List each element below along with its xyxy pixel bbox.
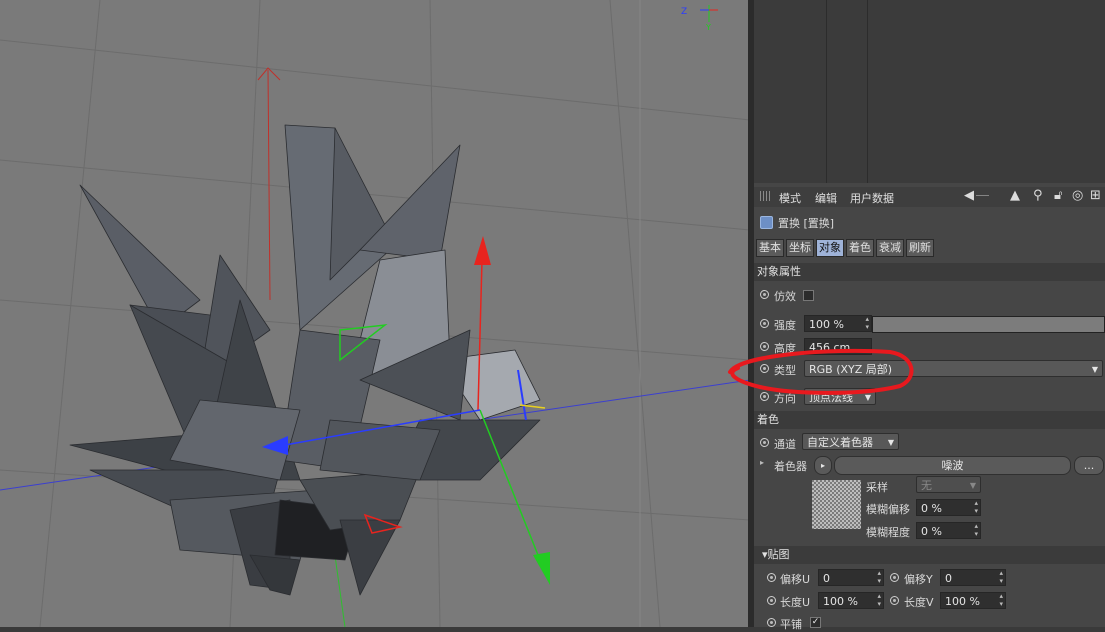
tab-basic[interactable]: 基本 [756,239,784,257]
shader-more-button[interactable]: ... [1074,456,1104,475]
offset-u-label: 偏移U [780,573,811,586]
attribute-menubar [754,187,1105,207]
object-manager-column [826,0,827,183]
direction-label: 方向 [774,392,796,405]
animate-radio-icon[interactable] [890,573,899,582]
animate-radio-icon[interactable] [760,364,769,373]
back-arrow-icon[interactable]: ◀ [964,188,974,203]
sampling-label: 采样 [866,481,888,494]
object-manager-panel [754,0,1105,183]
length-u-label: 长度U [780,596,811,609]
height-label: 高度 [774,342,796,355]
animate-radio-icon[interactable] [890,596,899,605]
section-shading: 着色 [754,411,1105,429]
tab-object[interactable]: 对象 [816,239,844,257]
grip-icon[interactable] [760,191,770,201]
channel-dropdown[interactable]: 自定义着色器 ▼ [802,433,899,450]
animate-radio-icon[interactable] [767,618,776,627]
shader-menu-button[interactable]: ▸ [814,456,832,475]
viewport-scene: Z Y [0,0,750,627]
displaced-mesh [69,124,541,596]
tab-refresh[interactable]: 刷新 [906,239,934,257]
strength-label: 强度 [774,319,796,332]
axis-z-label: Z [681,7,687,17]
blur-scale-input[interactable]: 0 % ▴ ▾ [916,522,981,539]
tab-coord[interactable]: 坐标 [786,239,814,257]
lock-icon[interactable]: 🔓︎ [1054,188,1062,203]
strength-slider-fill [873,317,1104,332]
axis-y-label: Y [705,23,711,32]
section-object-properties: 对象属性 [754,263,1105,281]
animate-radio-icon[interactable] [760,319,769,328]
object-manager-column [867,0,868,183]
tab-falloff[interactable]: 衰减 [876,239,904,257]
type-label: 类型 [774,364,796,377]
type-dropdown[interactable]: RGB (XYZ 局部) ▼ [804,360,1103,377]
strength-input[interactable]: 100 % ▴ ▾ [804,315,872,332]
animate-radio-icon[interactable] [767,573,776,582]
direction-dropdown[interactable]: 顶点法线 ▼ [804,388,876,405]
target-icon[interactable]: ◎ [1072,188,1083,203]
animate-radio-icon[interactable] [767,596,776,605]
noise-preview-thumbnail [812,480,861,529]
channel-label: 通道 [774,438,796,451]
object-title: 置换 [置换] [778,217,835,230]
sampling-dropdown[interactable]: 无 ▼ [916,476,981,493]
attribute-manager: 模式 编辑 用户数据 ◀ ― ▲ ⚲ 🔓︎ ◎ ⊞ 置换 [置换] 基本 坐标 … [754,183,1105,631]
blur-offset-label: 模糊偏移 [866,503,910,516]
menu-user-data[interactable]: 用户数据 [850,190,894,206]
animate-radio-icon[interactable] [760,392,769,401]
search-icon[interactable]: ⚲ [1033,188,1043,203]
displacer-object-icon [760,216,773,229]
animate-radio-icon[interactable] [760,342,769,351]
offset-v-input[interactable]: 0 ▴ ▾ [940,569,1006,586]
blur-offset-input[interactable]: 0 % ▴ ▾ [916,499,981,516]
tile-label: 平铺 [780,618,802,631]
strength-slider[interactable] [872,316,1105,333]
tile-checkbox[interactable]: ✓ [810,617,821,628]
length-v-input[interactable]: 100 % ▴ ▾ [940,592,1006,609]
offset-u-input[interactable]: 0 ▴ ▾ [818,569,884,586]
animate-radio-icon[interactable] [760,438,769,447]
cursor-icon[interactable]: ▲ [1010,188,1020,203]
expand-arrow-icon[interactable]: ▸ [760,458,764,467]
menu-mode[interactable]: 模式 [779,190,801,206]
tab-shading[interactable]: 着色 [846,239,874,257]
section-mapping[interactable]: ▾贴图 [754,546,1105,564]
height-input[interactable]: 456 cm [804,338,872,355]
blur-scale-label: 模糊程度 [866,526,910,539]
length-v-label: 长度V [904,596,934,609]
offset-v-label: 偏移Y [904,573,933,586]
shader-label: 着色器 [774,460,807,473]
imitate-label: 仿效 [774,290,796,303]
imitate-checkbox[interactable] [803,290,814,301]
orientation-axes: Z Y [681,5,718,32]
animate-radio-icon[interactable] [760,290,769,299]
length-u-input[interactable]: 100 % ▴ ▾ [818,592,884,609]
3d-viewport[interactable]: Z Y [0,0,750,627]
add-icon[interactable]: ⊞ [1090,188,1101,203]
shader-noise-button[interactable]: 噪波 [834,456,1071,475]
menu-edit[interactable]: 编辑 [815,190,837,206]
